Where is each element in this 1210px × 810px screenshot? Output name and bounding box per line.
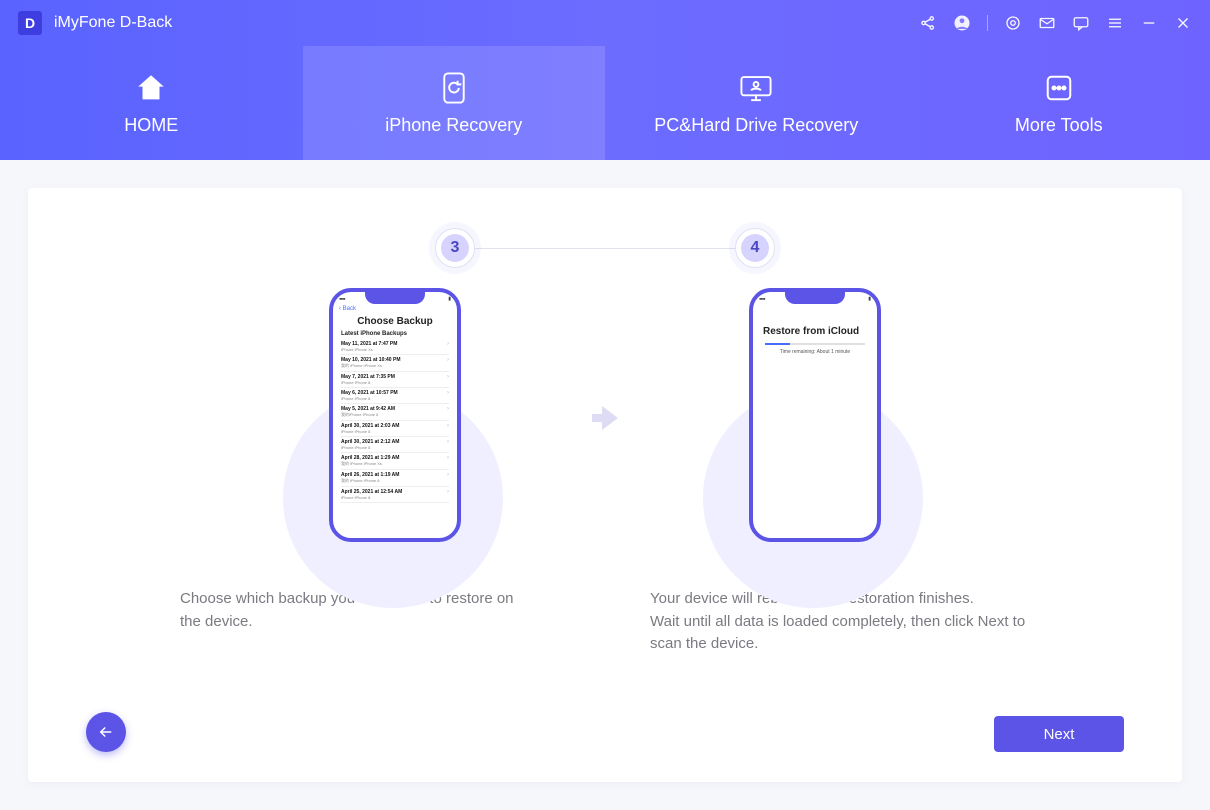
titlebar: D iMyFone D-Back — [0, 0, 1210, 46]
settings-icon[interactable] — [1004, 14, 1022, 32]
titlebar-divider — [987, 15, 988, 31]
backup-row: May 11, 2021 at 7:47 PMiPhone iPhone Xs — [341, 339, 449, 355]
monitor-icon — [739, 71, 773, 105]
phone-refresh-icon — [439, 71, 469, 105]
content-card: 3 4 ‹ Back Choose Backup Latest iPhone B… — [28, 188, 1182, 782]
nav-home-label: HOME — [124, 115, 178, 136]
step-indicator-track: 3 4 — [435, 228, 775, 268]
nav-pc-label: PC&Hard Drive Recovery — [654, 115, 858, 136]
nav-iphone-label: iPhone Recovery — [385, 115, 522, 136]
backup-row: May 5, 2021 at 9:42 AM我的iPhone iPhone 8 — [341, 404, 449, 421]
phone-left-subheading: Latest iPhone Backups — [333, 331, 457, 339]
mail-icon[interactable] — [1038, 14, 1056, 32]
phone-back-label: ‹ Back — [333, 306, 457, 314]
account-icon[interactable] — [953, 14, 971, 32]
nav-home[interactable]: HOME — [0, 46, 303, 160]
share-icon[interactable] — [919, 14, 937, 32]
nav-pc-recovery[interactable]: PC&Hard Drive Recovery — [605, 46, 908, 160]
menu-icon[interactable] — [1106, 14, 1124, 32]
phone-step-4: Restore from iCloud Time remaining: Abou… — [685, 288, 945, 542]
more-icon — [1044, 71, 1074, 105]
feedback-icon[interactable] — [1072, 14, 1090, 32]
phone-progress-text: Time remaining: About 1 minute — [753, 349, 877, 355]
minimize-icon[interactable] — [1140, 14, 1158, 32]
backup-row: April 26, 2021 at 1:19 AM我的 iPhone iPhon… — [341, 470, 449, 487]
arrow-between-steps — [585, 288, 625, 548]
backup-row: May 6, 2021 at 10:57 PMiPhone iPhone 8 — [341, 388, 449, 404]
back-button[interactable] — [86, 712, 126, 752]
home-icon — [134, 71, 168, 105]
main-nav: HOME iPhone Recovery PC&Hard Drive Recov… — [0, 46, 1210, 160]
backup-list: May 11, 2021 at 7:47 PMiPhone iPhone XsM… — [333, 339, 457, 503]
step-badge-3: 3 — [435, 228, 475, 268]
backup-row: April 28, 2021 at 1:29 AM我的 iPhone iPhon… — [341, 453, 449, 470]
backup-row: April 30, 2021 at 2:12 AMiPhone iPhone 8 — [341, 437, 449, 453]
backup-row: May 7, 2021 at 7:35 PMiPhone iPhone 8 — [341, 372, 449, 388]
phone-left-heading: Choose Backup — [333, 314, 457, 331]
backup-row: April 25, 2021 at 12:54 AMiPhone iPhone … — [341, 487, 449, 503]
app-title: iMyFone D-Back — [54, 14, 172, 32]
phone-right-heading: Restore from iCloud — [753, 324, 877, 341]
close-icon[interactable] — [1174, 14, 1192, 32]
nav-iphone-recovery[interactable]: iPhone Recovery — [303, 46, 606, 160]
backup-row: April 30, 2021 at 2:03 AMiPhone iPhone 8 — [341, 421, 449, 437]
phone-step-3: ‹ Back Choose Backup Latest iPhone Backu… — [265, 288, 525, 542]
nav-more-tools[interactable]: More Tools — [908, 46, 1210, 160]
phone-progress-bar — [765, 343, 864, 345]
nav-more-label: More Tools — [1015, 115, 1103, 136]
next-button[interactable]: Next — [994, 716, 1124, 752]
step-badge-4: 4 — [735, 228, 775, 268]
backup-row: May 10, 2021 at 10:40 PM我的 iPhone iPhone… — [341, 355, 449, 372]
app-logo: D — [18, 11, 42, 35]
